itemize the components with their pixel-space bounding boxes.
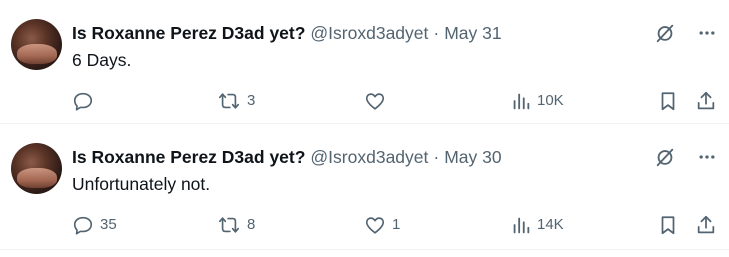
tweet[interactable]: Is Roxanne Perez D3ad yet? @Isroxd3adyet… [0, 0, 729, 124]
handle[interactable]: @Isroxd3adyet [310, 145, 428, 169]
like-icon [364, 90, 386, 112]
display-name[interactable]: Is Roxanne Perez D3ad yet? [72, 145, 305, 169]
display-name[interactable]: Is Roxanne Perez D3ad yet? [72, 21, 305, 45]
share-button[interactable] [695, 88, 717, 114]
reply-icon [72, 214, 94, 236]
retweet-count: 3 [247, 92, 256, 109]
more-icon[interactable] [697, 23, 717, 43]
tweet-header: Is Roxanne Perez D3ad yet? @Isroxd3adyet… [72, 21, 502, 45]
reply-icon [72, 90, 94, 112]
grok-icon[interactable] [654, 146, 676, 168]
action-bar: 35 8 1 14K [0, 212, 729, 238]
views-icon [511, 90, 531, 112]
reply-button[interactable]: 35 [72, 212, 117, 238]
avatar[interactable] [11, 143, 62, 194]
tweet-header: Is Roxanne Perez D3ad yet? @Isroxd3adyet… [72, 145, 502, 169]
retweet-button[interactable]: 3 [217, 88, 255, 114]
like-button[interactable] [364, 88, 392, 114]
view-count: 10K [537, 92, 564, 109]
retweet-icon [217, 214, 241, 236]
views-button[interactable]: 14K [511, 212, 564, 238]
views-button[interactable]: 10K [511, 88, 564, 114]
view-count: 14K [537, 216, 564, 233]
bookmark-icon [658, 90, 678, 112]
timestamp[interactable]: May 30 [444, 145, 501, 169]
grok-icon[interactable] [654, 22, 676, 44]
tweet[interactable]: Is Roxanne Perez D3ad yet? @Isroxd3adyet… [0, 124, 729, 250]
more-icon[interactable] [697, 147, 717, 167]
tweet-top-actions [654, 22, 717, 44]
timeline: Is Roxanne Perez D3ad yet? @Isroxd3adyet… [0, 0, 729, 257]
avatar[interactable] [11, 19, 62, 70]
like-button[interactable]: 1 [364, 212, 400, 238]
retweet-icon [217, 90, 241, 112]
bookmark-button[interactable] [658, 212, 678, 238]
tweet-text: Unfortunately not. [72, 174, 211, 194]
action-bar: 3 10K [0, 88, 729, 114]
handle[interactable]: @Isroxd3adyet [310, 21, 428, 45]
views-icon [511, 214, 531, 236]
share-icon [695, 90, 717, 112]
tweet-top-actions [654, 146, 717, 168]
retweet-count: 8 [247, 216, 256, 233]
share-button[interactable] [695, 212, 717, 238]
reply-button[interactable] [72, 88, 100, 114]
bookmark-icon [658, 214, 678, 236]
separator: · [433, 147, 440, 167]
retweet-button[interactable]: 8 [217, 212, 255, 238]
like-icon [364, 214, 386, 236]
share-icon [695, 214, 717, 236]
separator: · [433, 23, 440, 43]
bookmark-button[interactable] [658, 88, 678, 114]
timestamp[interactable]: May 31 [444, 21, 501, 45]
reply-count: 35 [100, 216, 117, 233]
like-count: 1 [392, 216, 401, 233]
tweet-text: 6 Days. [72, 50, 132, 70]
